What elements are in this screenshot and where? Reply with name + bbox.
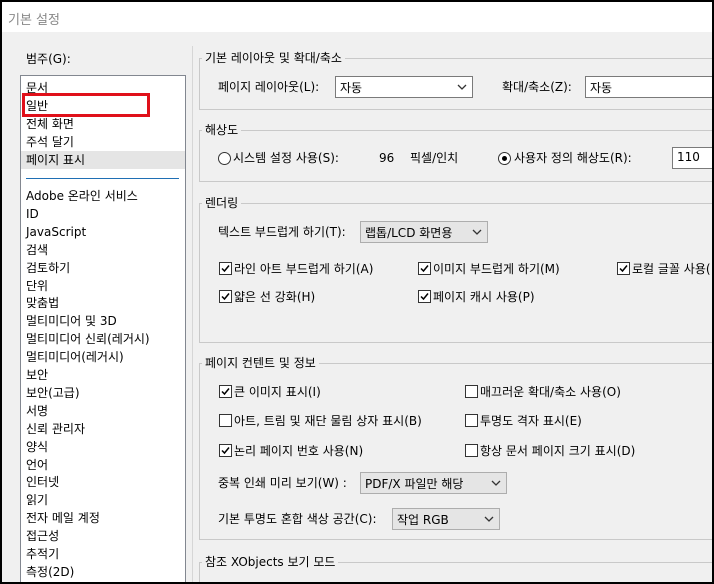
checkbox-label: 이미지 부드럽게 하기(M) [433,262,560,276]
cat-item[interactable]: 인터넷 [26,473,59,491]
checkmark-icon [221,447,230,455]
checkbox[interactable] [465,414,478,427]
checkbox[interactable] [465,385,478,398]
panel-divider [192,46,193,582]
custom-resolution-radio[interactable] [498,152,511,165]
custom-resolution-label: 사용자 정의 해상도(R): [514,151,632,165]
checkmark-icon [619,265,628,273]
cat-item[interactable]: 멀티미디어 신뢰(레거시) [26,330,150,348]
cat-item[interactable]: 검토하기 [26,259,70,277]
cat-item[interactable]: 추적기 [26,545,59,563]
checkbox-label: 큰 이미지 표시(I) [234,385,321,399]
smooth-text-select[interactable]: 랩톱/LCD 화면용 [360,221,488,243]
cat-item-page-display[interactable]: 페이지 표시 [21,151,185,169]
checkbox-label: 매끄러운 확대/축소 사용(O) [480,385,621,399]
checkbox[interactable] [219,444,232,457]
chevron-down-icon [457,84,467,90]
overprint-value: PDF/X 파일만 해당 [365,477,464,491]
content-group-title: 페이지 컨텐트 및 정보 [202,354,319,371]
cat-item[interactable]: 양식 [26,438,48,456]
cat-item[interactable]: Adobe 온라인 서비스 [26,187,138,205]
zoom-label: 확대/축소(Z): [502,80,572,94]
checkbox[interactable] [465,444,478,457]
checkmark-icon [420,265,429,273]
preferences-dialog: 기본 설정 범주(G): 문서 일반 전체 화면 주석 달기 페이지 표시 Adobe 온… [2,2,712,582]
cat-item[interactable]: 접근성 [26,527,59,545]
checkbox[interactable] [418,262,431,275]
rendering-group-title: 렌더링 [202,194,242,211]
chevron-down-icon [484,516,494,522]
xobjects-group-title: 참조 XObjects 보기 모드 [202,553,339,570]
categories-list[interactable]: 문서 일반 전체 화면 주석 달기 페이지 표시 Adobe 온라인 서비스 ID JavaS… [20,75,186,582]
cat-item[interactable]: 맞춤법 [26,294,59,312]
checkbox-label: 라인 아트 부드럽게 하기(A) [234,262,374,276]
system-resolution-radio[interactable] [218,152,231,165]
checkmark-icon [221,293,230,301]
cat-item[interactable]: 서명 [26,402,48,420]
page-layout-value: 자동 [340,81,363,95]
overprint-select[interactable]: PDF/X 파일만 해당 [360,472,507,494]
categories-label: 범주(G): [26,52,71,66]
checkmark-icon [420,293,429,301]
cat-item[interactable]: 멀티미디어(레거시) [26,348,124,366]
checkbox-label: 항상 문서 페이지 크기 표시(D) [480,444,636,458]
checkbox-label: 얇은 선 강화(H) [234,290,316,304]
page-layout-label: 페이지 레이아웃(L): [218,80,320,94]
cat-item[interactable]: 보안(고급) [26,384,80,402]
cat-item[interactable]: 언어 [26,456,48,474]
chevron-down-icon [491,480,501,486]
categories-separator [26,178,179,179]
system-resolution-value: 96 [379,151,395,165]
blend-space-label: 기본 투명도 혼합 색상 공간(C): [218,512,377,526]
checkbox-label: 투명도 격자 표시(E) [480,414,582,428]
custom-resolution-value: 110 [677,150,700,164]
system-resolution-unit: 픽셀/인치 [410,151,459,165]
cat-item[interactable]: 읽기 [26,491,48,509]
checkbox-label: 로컬 글꼴 사용( [632,262,711,276]
checkmark-icon [221,388,230,396]
cat-item-commenting[interactable]: 주석 달기 [26,133,74,151]
zoom-select[interactable]: 자동 [585,76,712,98]
checkbox[interactable] [617,262,630,275]
page-layout-select[interactable]: 자동 [335,76,473,98]
checkmark-icon [221,265,230,273]
annotation-highlight-box [22,93,150,117]
cat-item[interactable]: 검색 [26,241,48,259]
checkbox[interactable] [418,290,431,303]
cat-item[interactable]: ID [26,205,39,223]
cat-item[interactable]: 보안 [26,366,48,384]
blend-space-value: 작업 RGB [397,513,449,527]
blend-space-select[interactable]: 작업 RGB [392,508,500,530]
custom-resolution-input[interactable]: 110 [672,147,712,169]
cat-item[interactable]: 측정(2D) [26,563,74,581]
checkbox[interactable] [219,385,232,398]
checkbox-label: 페이지 캐시 사용(P) [433,290,535,304]
cat-item[interactable]: 단위 [26,277,48,295]
resolution-group-title: 해상도 [202,121,242,138]
cat-item[interactable]: JavaScript [26,223,86,241]
checkbox[interactable] [219,262,232,275]
system-resolution-label: 시스템 설정 사용(S): [233,151,339,165]
checkbox[interactable] [219,290,232,303]
zoom-value: 자동 [590,81,613,95]
checkbox-label: 논리 페이지 번호 사용(N) [234,444,364,458]
radio-selected-dot [502,156,507,161]
chevron-down-icon [472,229,482,235]
cat-item-fullscreen[interactable]: 전체 화면 [26,115,74,133]
cat-item[interactable]: 신뢰 관리자 [26,420,85,438]
smooth-text-label: 텍스트 부드럽게 하기(T): [218,225,346,239]
layout-group-title: 기본 레이아웃 및 확대/축소 [202,49,345,66]
smooth-text-value: 랩톱/LCD 화면용 [365,226,453,240]
overprint-label: 중복 인쇄 미리 보기(W) : [218,476,347,490]
cat-item[interactable]: 전자 메일 계정 [26,509,100,527]
cat-item[interactable]: 멀티미디어 및 3D [26,312,117,330]
checkbox[interactable] [219,414,232,427]
title-bar: 기본 설정 [2,2,712,32]
window-title: 기본 설정 [8,13,60,28]
checkbox-label: 아트, 트림 및 재단 물림 상자 표시(B) [234,414,422,428]
